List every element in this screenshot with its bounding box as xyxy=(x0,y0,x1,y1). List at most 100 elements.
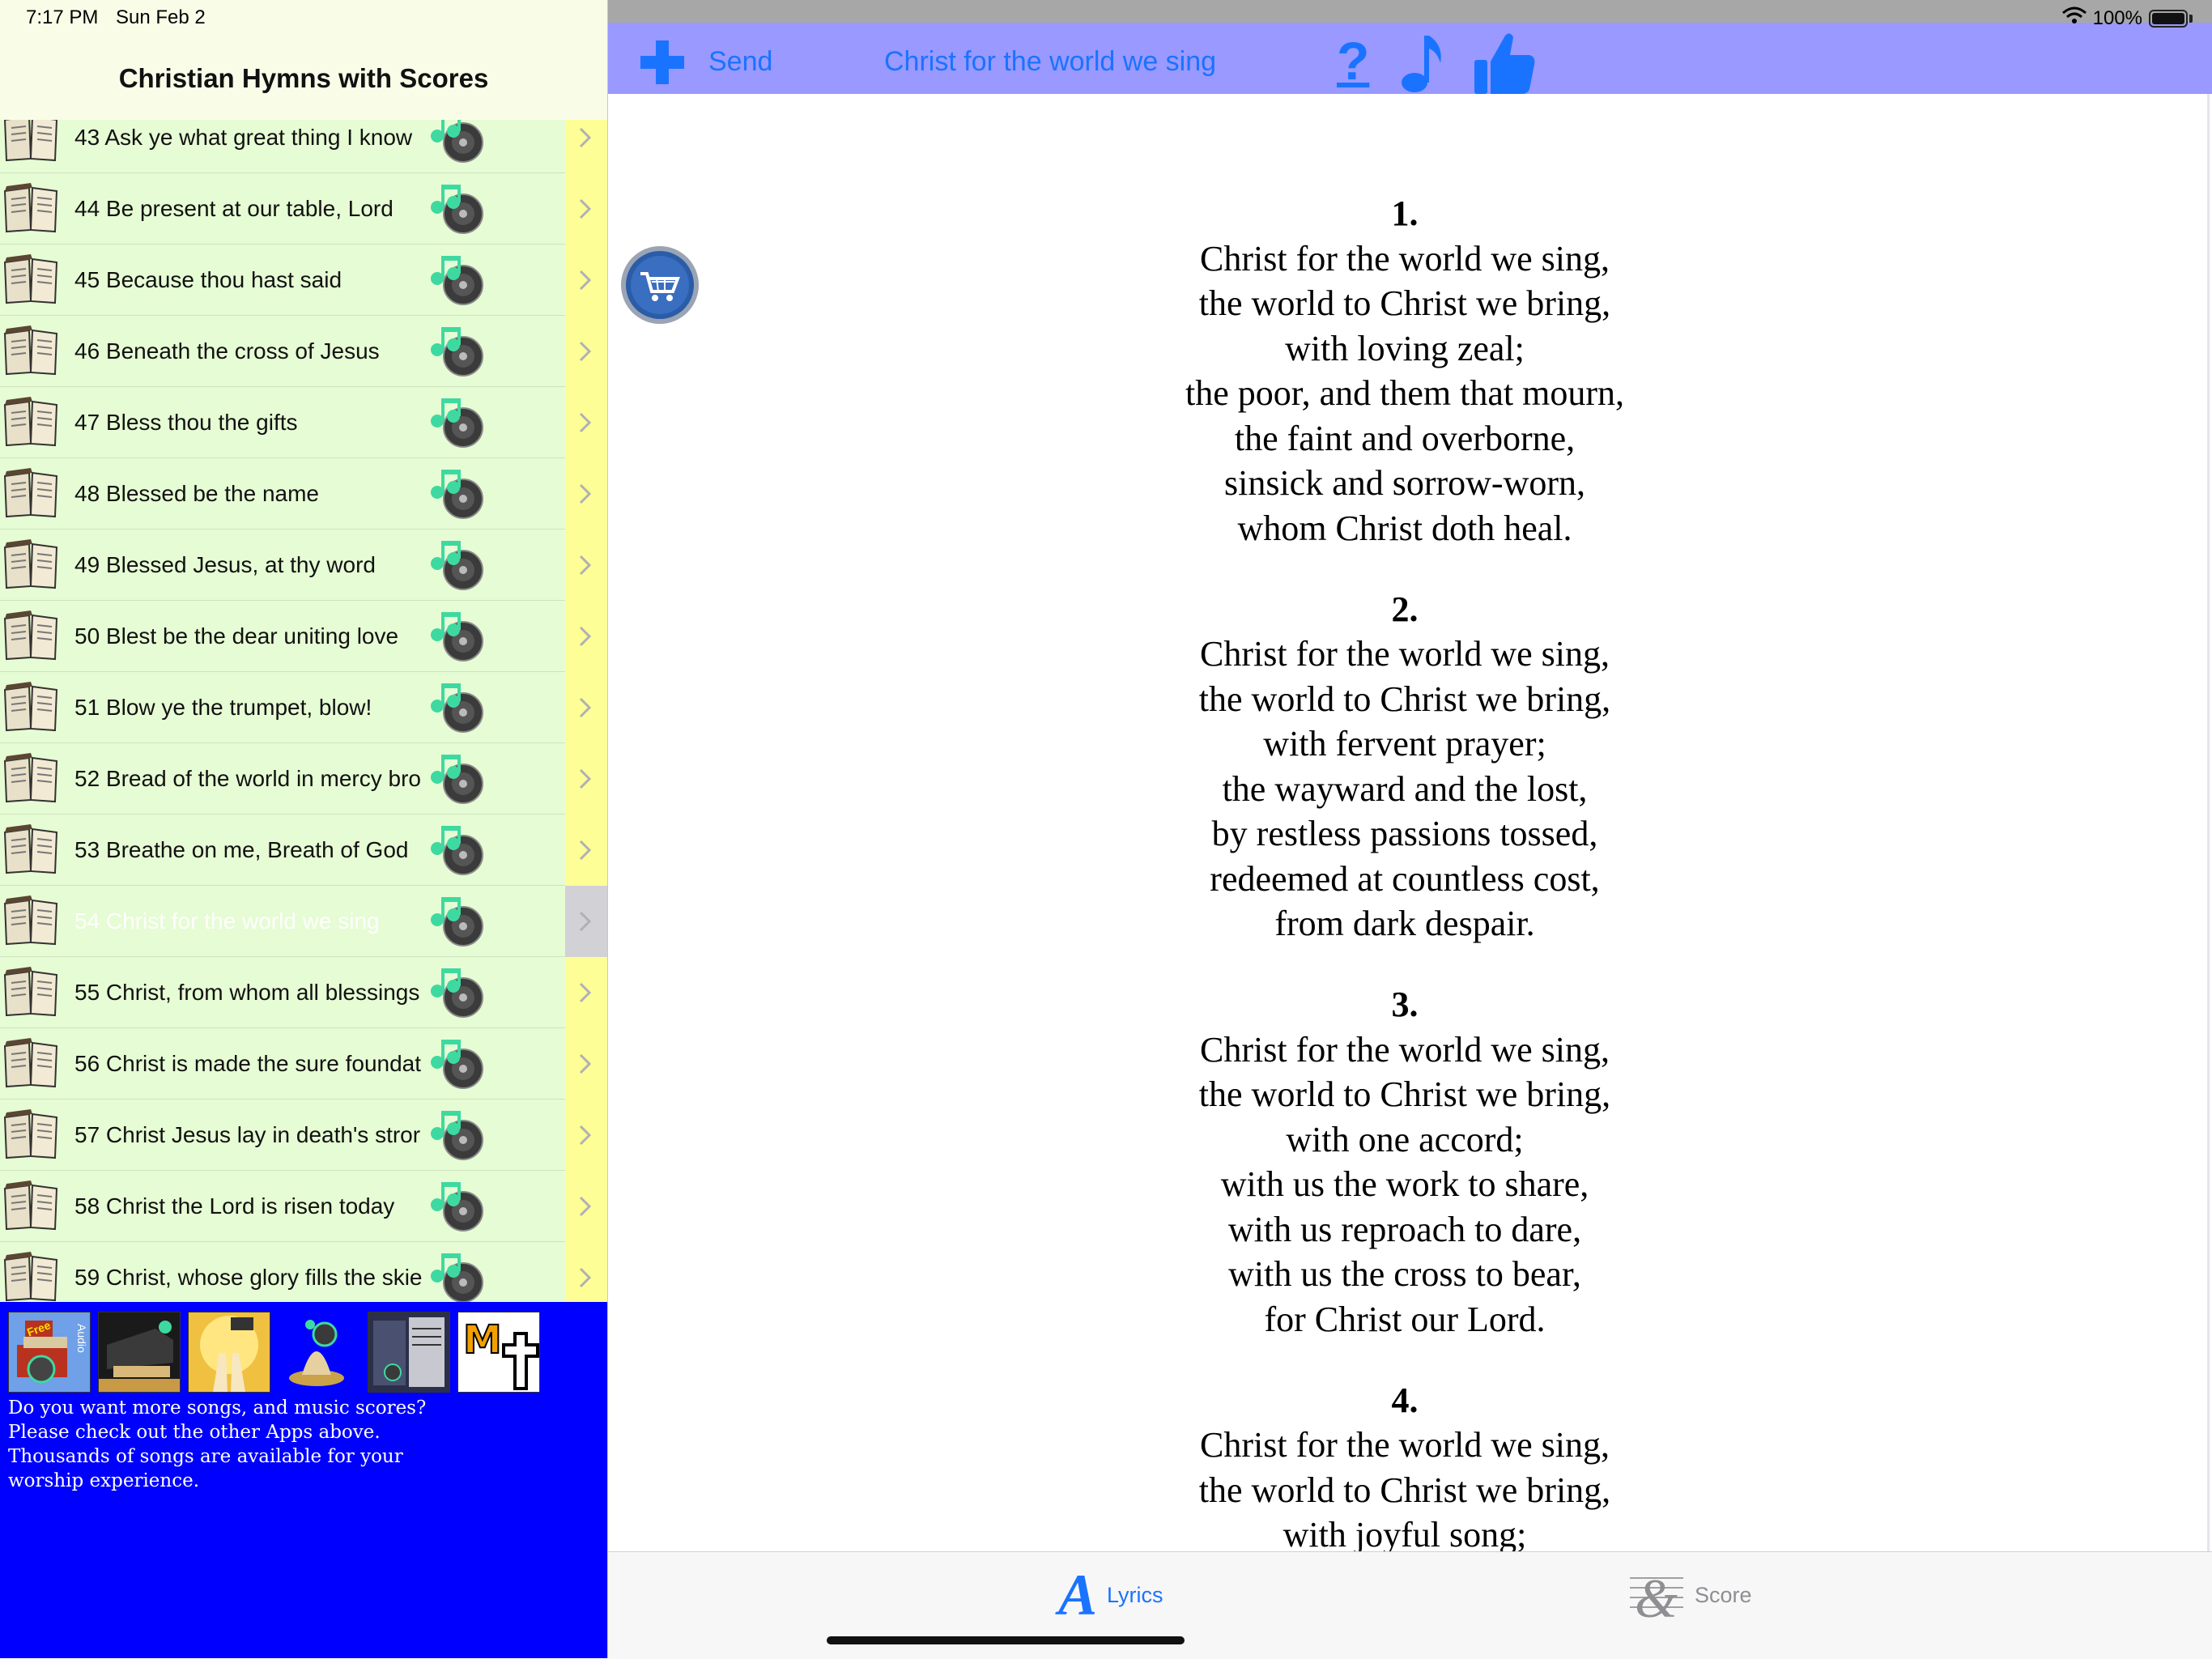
chevron-right-icon xyxy=(579,626,592,647)
audio-play-icon[interactable] xyxy=(429,1038,487,1090)
lyric-line: with fervent prayer; xyxy=(1263,724,1546,764)
lyric-line: for Christ our Lord. xyxy=(1264,1299,1546,1339)
lyric-line: Christ for the world we sing, xyxy=(1200,1029,1610,1070)
hymn-row[interactable]: 47 Bless thou the gifts xyxy=(0,387,607,458)
lyric-line: the world to Christ we bring, xyxy=(1198,1074,1611,1114)
hymn-row[interactable]: 45 Because thou hast said xyxy=(0,245,607,316)
add-plus-icon[interactable] xyxy=(639,39,686,86)
chevron-right-icon xyxy=(579,412,592,433)
hymn-row[interactable]: 59 Christ, whose glory fills the skie xyxy=(0,1242,607,1302)
chevron-column[interactable] xyxy=(565,245,607,316)
chevron-column[interactable] xyxy=(565,957,607,1028)
chevron-column[interactable] xyxy=(565,173,607,245)
audio-play-icon[interactable] xyxy=(429,895,487,947)
audio-play-icon[interactable] xyxy=(429,824,487,876)
audio-play-icon[interactable] xyxy=(429,1252,487,1302)
status-bar: 7:17 PM Sun Feb 2 100% xyxy=(0,0,2212,36)
chevron-column[interactable] xyxy=(565,387,607,458)
hymn-row[interactable]: 54 Christ for the world we sing xyxy=(0,886,607,957)
chevron-column[interactable] xyxy=(565,743,607,815)
hymn-title: 52 Bread of the world in mercy bro xyxy=(74,766,421,791)
verse-number: 1. xyxy=(1391,194,1419,233)
audio-play-icon[interactable] xyxy=(429,397,487,449)
lyric-line: redeemed at countless cost, xyxy=(1210,858,1600,899)
audio-play-icon[interactable] xyxy=(429,753,487,805)
tab-score[interactable]: & Score xyxy=(1628,1567,1752,1629)
audio-play-icon[interactable] xyxy=(429,120,487,164)
lyric-line: with us the cross to bear, xyxy=(1228,1254,1581,1294)
open-book-icon xyxy=(3,253,60,304)
worship-hands-app-icon[interactable] xyxy=(188,1312,270,1393)
hymn-row[interactable]: 53 Breathe on me, Breath of God xyxy=(0,815,607,886)
hymn-title: 51 Blow ye the trumpet, blow! xyxy=(74,695,372,720)
audio-play-icon[interactable] xyxy=(429,1109,487,1161)
audio-play-icon[interactable] xyxy=(429,468,487,520)
hymn-row[interactable]: 46 Beneath the cross of Jesus xyxy=(0,316,607,387)
open-book-icon xyxy=(3,965,60,1017)
open-book-icon xyxy=(3,823,60,874)
chevron-column[interactable] xyxy=(565,530,607,601)
battery-percent: 100% xyxy=(2092,6,2142,29)
chevron-right-icon xyxy=(579,483,592,504)
audio-play-icon[interactable] xyxy=(429,682,487,734)
chevron-column[interactable] xyxy=(565,316,607,387)
chevron-right-icon xyxy=(579,1053,592,1074)
chevron-column[interactable] xyxy=(565,120,607,173)
audio-play-icon[interactable] xyxy=(429,1180,487,1232)
chevron-column[interactable] xyxy=(565,815,607,886)
chevron-right-icon xyxy=(579,341,592,362)
open-book-icon xyxy=(3,120,60,162)
lyrics-view[interactable]: 1. Christ for the world we sing, the world… xyxy=(608,191,2201,1551)
piano-app-icon[interactable] xyxy=(98,1312,181,1393)
home-indicator[interactable] xyxy=(827,1636,1185,1644)
audio-hymns-app-icon[interactable] xyxy=(278,1312,360,1393)
chevron-column[interactable] xyxy=(565,601,607,672)
chevron-column[interactable] xyxy=(565,1242,607,1302)
verse-number: 2. xyxy=(1391,589,1419,629)
status-time: 7:17 PM xyxy=(26,6,99,28)
audio-play-icon[interactable] xyxy=(429,967,487,1019)
hymn-row[interactable]: 48 Blessed be the name xyxy=(0,458,607,530)
audio-play-icon[interactable] xyxy=(429,254,487,306)
battery-icon xyxy=(2149,9,2188,28)
music-note-icon[interactable] xyxy=(1398,31,1447,96)
hymn-title: 56 Christ is made the sure foundat xyxy=(74,1051,422,1076)
chevron-column[interactable] xyxy=(565,458,607,530)
chevron-column[interactable] xyxy=(565,1171,607,1242)
chevron-column[interactable] xyxy=(565,1028,607,1100)
lyric-line: the poor, and them that mourn, xyxy=(1185,373,1624,413)
hymn-row[interactable]: 44 Be present at our table, Lord xyxy=(0,173,607,245)
hymn-row[interactable]: 58 Christ the Lord is risen today xyxy=(0,1171,607,1242)
hymn-row[interactable]: 57 Christ Jesus lay in death's stror xyxy=(0,1100,607,1171)
hymn-row[interactable]: 52 Bread of the world in mercy bro xyxy=(0,743,607,815)
free-audio-app-icon[interactable]: Free Audio xyxy=(8,1312,91,1393)
audio-play-icon[interactable] xyxy=(429,610,487,662)
hymn-detail-panel: Send Christ for the world we sing ? 1. Ch… xyxy=(608,0,2212,1659)
hymn-row[interactable]: 50 Blest be the dear uniting love xyxy=(0,601,607,672)
audio-play-icon[interactable] xyxy=(429,539,487,591)
shopping-cart-icon[interactable] xyxy=(619,245,700,325)
hymn-row[interactable]: 43 Ask ye what great thing I know xyxy=(0,120,607,173)
tab-lyrics[interactable]: A Lyrics xyxy=(1058,1566,1163,1624)
promo-line: Do you want more songs, and music scores… xyxy=(8,1397,427,1419)
chevron-column[interactable] xyxy=(565,1100,607,1171)
thumbs-up-icon[interactable] xyxy=(1473,29,1538,97)
help-button[interactable]: ? xyxy=(1337,34,1369,87)
lyric-line: the faint and overborne, xyxy=(1234,418,1576,458)
hymn-list[interactable]: 43 Ask ye what great thing I know 44 Be p… xyxy=(0,120,607,1302)
promo-banner: Free Audio M Do you want more songs, and… xyxy=(0,1302,607,1658)
wifi-icon xyxy=(2061,6,2087,30)
audio-play-icon[interactable] xyxy=(429,325,487,377)
chevron-right-icon xyxy=(579,1125,592,1146)
audio-play-icon[interactable] xyxy=(429,183,487,235)
hymnal-books-app-icon[interactable] xyxy=(368,1312,450,1393)
hymn-row[interactable]: 51 Blow ye the trumpet, blow! xyxy=(0,672,607,743)
m-cross-app-icon[interactable]: M xyxy=(457,1312,540,1393)
chevron-column[interactable] xyxy=(565,886,607,957)
hymn-title: 45 Because thou hast said xyxy=(74,267,342,292)
hymn-title: 54 Christ for the world we sing xyxy=(74,908,380,934)
chevron-column[interactable] xyxy=(565,672,607,743)
hymn-row[interactable]: 55 Christ, from whom all blessings xyxy=(0,957,607,1028)
hymn-row[interactable]: 56 Christ is made the sure foundat xyxy=(0,1028,607,1100)
hymn-row[interactable]: 49 Blessed Jesus, at thy word xyxy=(0,530,607,601)
